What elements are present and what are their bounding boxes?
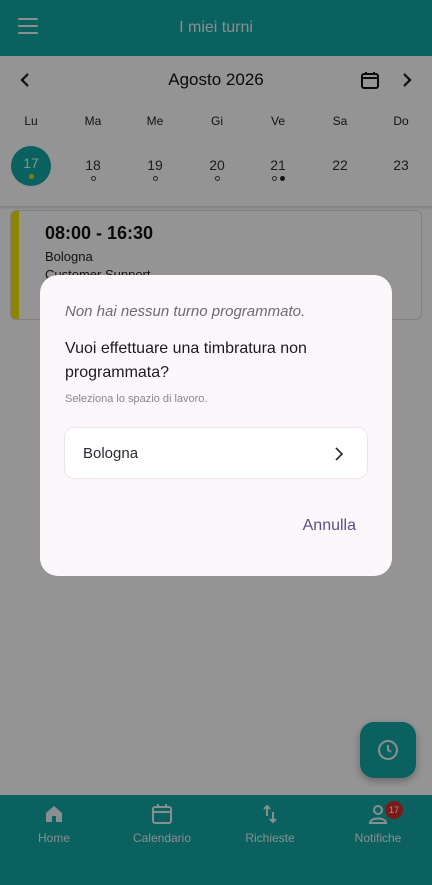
dialog-question: Vuoi effettuare una timbratura non progr… — [65, 340, 307, 381]
app-screen: I miei turni Agosto 2026 Lu Ma Me Gi Ve — [0, 0, 432, 885]
no-shift-message: Non hai nessun turno programmato. — [65, 303, 306, 320]
chevron-right-icon — [335, 447, 344, 461]
workspace-value: Bologna — [83, 445, 139, 462]
workspace-selector[interactable]: Bologna — [64, 427, 368, 479]
cancel-button[interactable]: Annulla — [303, 517, 356, 535]
dialog-hint: Seleziona lo spazio di lavoro. — [65, 393, 208, 405]
unscheduled-clock-in-dialog: Non hai nessun turno programmato. Vuoi e… — [40, 275, 392, 576]
